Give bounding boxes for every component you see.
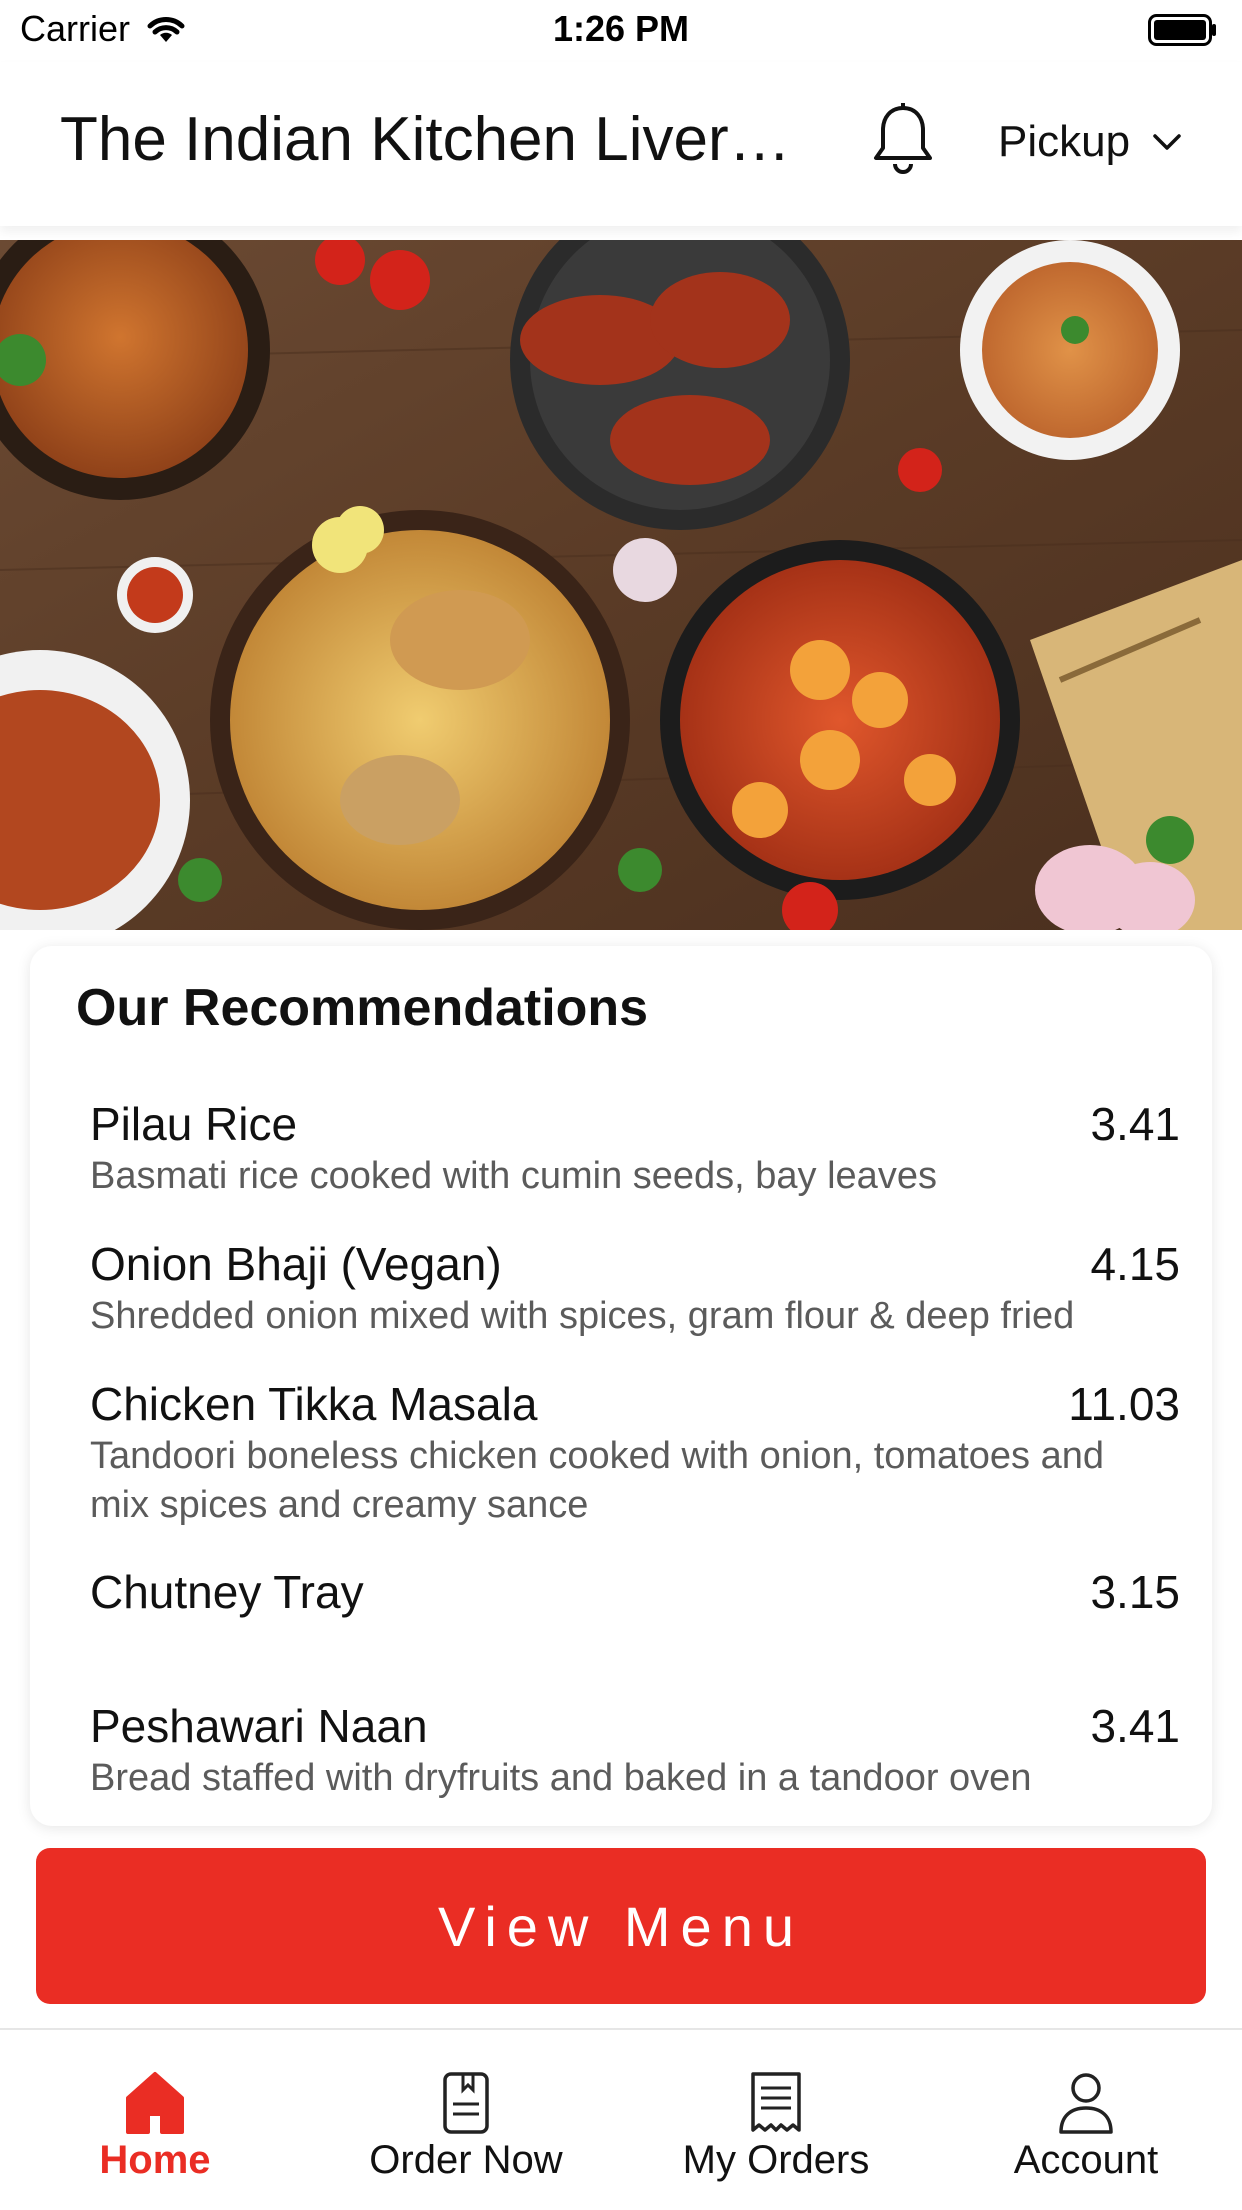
- recommendation-item[interactable]: Pilau Rice 3.41 Basmati rice cooked with…: [90, 1096, 1180, 1236]
- tab-label: My Orders: [682, 2138, 870, 2182]
- status-time: 1:26 PM: [552, 8, 690, 49]
- restaurant-name: The Indian Kitchen Liverp…: [60, 105, 820, 174]
- home-icon: [126, 2072, 184, 2134]
- recommendations-title: Our Recommendations: [76, 979, 649, 1037]
- tab-label: Account: [1013, 2138, 1159, 2182]
- order-mode-label: Pickup: [998, 117, 1131, 166]
- recommendation-item[interactable]: Chutney Tray 3.15: [90, 1564, 1180, 1698]
- item-description: Bread staffed with dryfruits and baked i…: [90, 1757, 1032, 1799]
- tab-home[interactable]: Home: [0, 2030, 310, 2210]
- receipt-icon: [751, 2072, 801, 2132]
- notification-bell-icon[interactable]: [870, 102, 936, 178]
- item-price: 3.41: [1090, 1098, 1180, 1150]
- app-header: The Indian Kitchen Liverp… Pickup: [0, 62, 1242, 226]
- item-description: Tandoori boneless chicken cooked with on…: [90, 1435, 1104, 1526]
- tab-label: Order Now: [369, 2138, 563, 2182]
- chevron-down-icon: [1153, 134, 1181, 150]
- item-description: Basmati rice cooked with cumin seeds, ba…: [90, 1155, 937, 1197]
- menu-book-icon: [443, 2072, 489, 2134]
- item-name: Chutney Tray: [90, 1566, 364, 1618]
- hero-food-image: [0, 240, 1242, 930]
- recommendations-card: Our Recommendations Pilau Rice 3.41 Basm…: [30, 946, 1212, 1826]
- item-name: Peshawari Naan: [90, 1700, 428, 1752]
- item-price: 4.15: [1090, 1238, 1180, 1290]
- recommendations-list: Pilau Rice 3.41 Basmati rice cooked with…: [90, 1096, 1180, 1826]
- recommendation-item[interactable]: Chicken Tikka Masala 11.03 Tandoori bone…: [90, 1376, 1180, 1564]
- person-icon: [1059, 2073, 1113, 2134]
- item-price: 11.03: [1068, 1378, 1180, 1430]
- bottom-tab-bar: Home Order Now My Orders Account: [0, 2028, 1242, 2210]
- item-name: Onion Bhaji (Vegan): [90, 1238, 502, 1290]
- item-price: 3.15: [1090, 1566, 1180, 1618]
- order-mode-dropdown[interactable]: Pickup: [998, 117, 1182, 167]
- recommendation-item[interactable]: Onion Bhaji (Vegan) 4.15 Shredded onion …: [90, 1236, 1180, 1376]
- item-description: Shredded onion mixed with spices, gram f…: [90, 1295, 1075, 1337]
- item-price: 3.41: [1090, 1700, 1180, 1752]
- view-menu-button[interactable]: View Menu: [36, 1848, 1206, 2004]
- tab-my-orders[interactable]: My Orders: [621, 2030, 931, 2210]
- tab-account[interactable]: Account: [931, 2030, 1241, 2210]
- tab-order-now[interactable]: Order Now: [311, 2030, 621, 2210]
- recommendation-item[interactable]: Peshawari Naan 3.41 Bread staffed with d…: [90, 1698, 1180, 1826]
- battery-icon: [1148, 14, 1216, 46]
- item-name: Pilau Rice: [90, 1098, 298, 1150]
- tab-label: Home: [99, 2138, 211, 2182]
- item-name: Chicken Tikka Masala: [90, 1378, 538, 1430]
- status-bar: Carrier 1:26 PM: [0, 0, 1242, 62]
